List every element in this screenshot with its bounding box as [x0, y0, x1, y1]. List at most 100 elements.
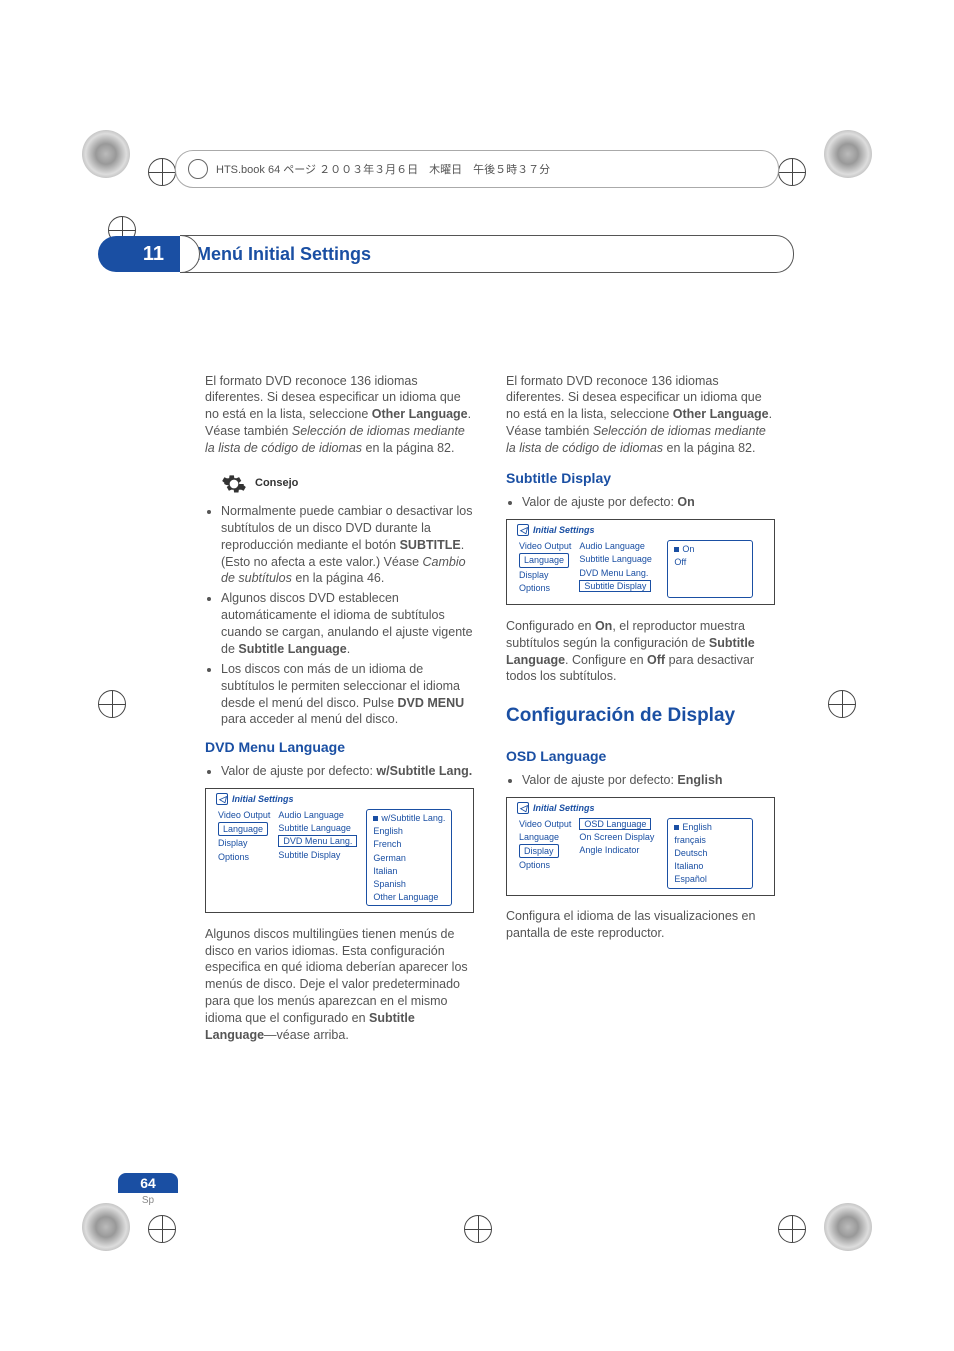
text: Valor de ajuste por defecto: — [221, 764, 376, 778]
mini-option: Deutsch — [672, 847, 748, 859]
list-item: Valor de ajuste por defecto: English — [522, 772, 775, 789]
mini-item: Subtitle Language — [276, 822, 362, 834]
mini-item: Audio Language — [276, 809, 362, 821]
chapter-title-text: Menú Initial Settings — [196, 244, 371, 265]
default-list: Valor de ajuste por defecto: On — [506, 494, 775, 511]
mini-option: Spanish — [371, 878, 447, 890]
mini-title-row: ◁ Initial Settings — [507, 798, 774, 816]
gear-icon — [221, 471, 247, 497]
mini-item-highlight: Subtitle Display — [579, 580, 651, 592]
mini-option: Español — [672, 873, 748, 885]
mini-item: Audio Language — [577, 540, 663, 552]
mini-body: Video Output Language Display Options OS… — [507, 816, 774, 895]
mini-item-selected: Display — [519, 844, 559, 858]
mini-option: Off — [672, 556, 748, 568]
registration-mark-icon — [148, 1215, 176, 1243]
text: para acceder al menú del disco. — [221, 712, 398, 726]
mini-item: DVD Menu Lang. — [577, 567, 663, 579]
paragraph: Configurado en On, el reproductor muestr… — [506, 618, 775, 686]
heading-subtitle-display: Subtitle Display — [506, 469, 775, 488]
text: . Configure en — [565, 653, 647, 667]
paragraph: Configura el idioma de las visualizacion… — [506, 908, 775, 942]
mini-item: Subtitle Display — [276, 849, 362, 861]
mini-item: Options — [517, 582, 573, 594]
text: . — [347, 642, 350, 656]
mini-right-col: English français Deutsch Italiano Españo… — [667, 818, 753, 889]
registration-mark-icon — [828, 690, 856, 718]
default-list: Valor de ajuste por defecto: English — [506, 772, 775, 789]
text: —véase arriba. — [264, 1028, 349, 1042]
corner-ornament — [824, 1203, 872, 1251]
settings-screenshot-subtitle-display: ◁ Initial Settings Video Output Language… — [506, 519, 775, 605]
mini-option: Other Language — [371, 891, 447, 903]
mini-option: français — [672, 834, 748, 846]
mini-item-selected: Language — [218, 822, 268, 836]
mini-item-highlight: OSD Language — [579, 818, 651, 830]
mini-option: English — [371, 825, 447, 837]
list-item: Los discos con más de un idioma de subtí… — [221, 661, 474, 729]
mini-title-row: ◁ Initial Settings — [206, 789, 473, 807]
text: Configurado en — [506, 619, 595, 633]
mini-item: Subtitle Language — [577, 553, 663, 565]
text-bold: SUBTITLE — [400, 538, 461, 552]
chapter-title: Menú Initial Settings — [180, 235, 794, 273]
mini-item: Display — [517, 569, 573, 581]
mini-item: Options — [517, 859, 573, 871]
registration-mark-icon — [98, 690, 126, 718]
mini-mid-col: OSD Language On Screen Display Angle Ind… — [577, 818, 663, 889]
mini-item: Options — [216, 851, 272, 863]
mini-item: On Screen Display — [577, 831, 663, 843]
settings-screenshot-dvd-menu: ◁ Initial Settings Video Output Language… — [205, 788, 474, 913]
list-item: Valor de ajuste por defecto: w/Subtitle … — [221, 763, 474, 780]
heading-dvd-menu-language: DVD Menu Language — [205, 738, 474, 757]
left-column: El formato DVD reconoce 136 idiomas dife… — [205, 360, 474, 1056]
list-item: Valor de ajuste por defecto: On — [522, 494, 775, 511]
back-arrow-icon: ◁ — [216, 793, 228, 805]
mini-right-col: w/Subtitle Lang. English French German I… — [366, 809, 452, 906]
text-bold: On — [677, 495, 694, 509]
text-bold: Other Language — [372, 407, 468, 421]
mini-option-selected: English — [672, 821, 748, 833]
registration-mark-icon — [148, 158, 176, 186]
text-bold: English — [677, 773, 722, 787]
back-arrow-icon: ◁ — [517, 802, 529, 814]
right-column: El formato DVD reconoce 136 idiomas dife… — [506, 360, 775, 1056]
mini-item: Video Output — [517, 540, 573, 552]
text: en la página 46. — [292, 571, 384, 585]
mini-title: Initial Settings — [533, 802, 595, 814]
mini-right-col: On Off — [667, 540, 753, 598]
text: en la página 82. — [663, 441, 755, 455]
page-number-tab: 64 Sp — [118, 1173, 178, 1206]
registration-mark-small-icon — [188, 159, 208, 179]
corner-ornament — [82, 1203, 130, 1251]
tip-label: Consejo — [255, 476, 298, 491]
settings-screenshot-osd-language: ◁ Initial Settings Video Output Language… — [506, 797, 775, 896]
page-language: Sp — [118, 1193, 178, 1206]
heading-display-config: Configuración de Display — [506, 703, 775, 729]
list-item: Algunos discos DVD establecen automática… — [221, 590, 474, 658]
mini-option: Italiano — [672, 860, 748, 872]
book-header-bar: HTS.book 64 ページ ２００３年３月６日 木曜日 午後５時３７分 — [175, 150, 779, 188]
text-bold: Subtitle Language — [238, 642, 346, 656]
mini-title-row: ◁ Initial Settings — [507, 520, 774, 538]
tip-header: Consejo — [221, 471, 474, 497]
mini-option: Italian — [371, 865, 447, 877]
text-bold: Off — [647, 653, 665, 667]
registration-mark-icon — [778, 158, 806, 186]
mini-title: Initial Settings — [533, 524, 595, 536]
mini-item-highlight: DVD Menu Lang. — [278, 835, 357, 847]
heading-osd-language: OSD Language — [506, 747, 775, 766]
mini-option: French — [371, 838, 447, 850]
mini-option-selected: w/Subtitle Lang. — [371, 812, 447, 824]
paragraph: El formato DVD reconoce 136 idiomas dife… — [506, 373, 775, 457]
registration-mark-icon — [778, 1215, 806, 1243]
corner-ornament — [82, 130, 130, 178]
mini-left-col: Video Output Language Display Options — [216, 809, 272, 906]
mini-left-col: Video Output Language Display Options — [517, 540, 573, 598]
page-number: 64 — [118, 1173, 178, 1193]
mini-body: Video Output Language Display Options Au… — [206, 807, 473, 912]
text-bold: w/Subtitle Lang. — [376, 764, 472, 778]
corner-ornament — [824, 130, 872, 178]
mini-left-col: Video Output Language Display Options — [517, 818, 573, 889]
registration-mark-icon — [464, 1215, 492, 1243]
